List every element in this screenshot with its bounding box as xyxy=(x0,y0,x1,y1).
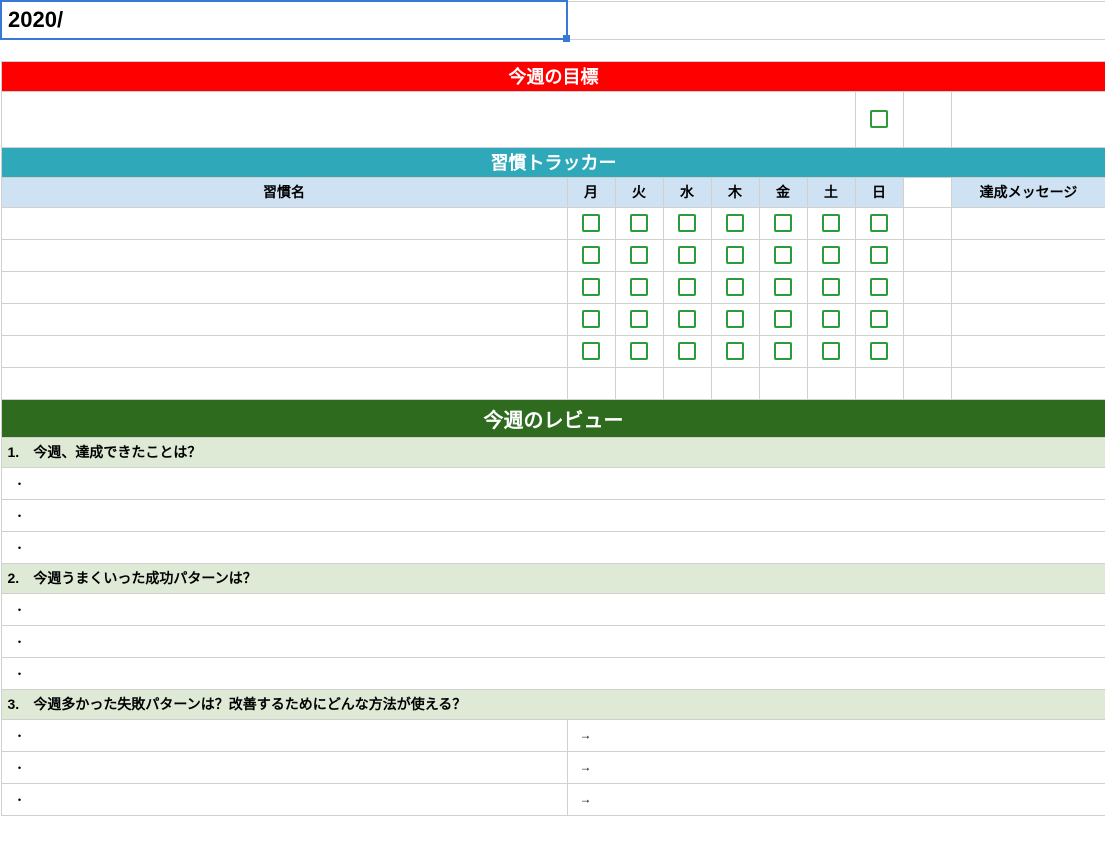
day-header: 水 xyxy=(663,177,711,207)
habit-row[interactable] xyxy=(1,271,1105,303)
checkbox-icon[interactable] xyxy=(774,214,792,232)
checkbox-icon[interactable] xyxy=(774,278,792,296)
answer-row[interactable]: ・ → xyxy=(1,783,1105,815)
day-header: 金 xyxy=(759,177,807,207)
arrow-icon: → xyxy=(580,760,592,774)
checkbox-icon[interactable] xyxy=(726,310,744,328)
review-question: 2. 今週うまくいった成功パターンは？ xyxy=(1,563,1105,593)
goal-row[interactable] xyxy=(1,91,1105,147)
answer-row[interactable]: ・ xyxy=(1,657,1105,689)
checkbox-icon[interactable] xyxy=(582,214,600,232)
date-value: 2020/ xyxy=(8,7,63,32)
checkbox-icon[interactable] xyxy=(678,278,696,296)
checkbox-icon[interactable] xyxy=(822,310,840,328)
answer-row[interactable]: ・ → xyxy=(1,719,1105,751)
day-header: 火 xyxy=(615,177,663,207)
checkbox-icon[interactable] xyxy=(726,342,744,360)
checkbox-icon[interactable] xyxy=(678,342,696,360)
checkbox-icon[interactable] xyxy=(822,278,840,296)
checkbox-icon[interactable] xyxy=(678,246,696,264)
answer-row[interactable]: ・ xyxy=(1,467,1105,499)
tracker-banner-label: 習慣トラッカー xyxy=(1,147,1105,177)
worksheet-table[interactable]: 2020/ 今週の目標 習慣トラッカー 習慣名 月 火 水 木 金 土 日 達成… xyxy=(0,0,1105,816)
checkbox-icon[interactable] xyxy=(870,310,888,328)
checkbox-icon[interactable] xyxy=(726,246,744,264)
review-question: 3. 今週多かった失敗パターンは？改善するためにどんな方法が使える？ xyxy=(1,689,1105,719)
checkbox-icon[interactable] xyxy=(582,246,600,264)
question-number: 2. xyxy=(8,570,30,586)
answer-row[interactable]: ・ xyxy=(1,531,1105,563)
checkbox-icon[interactable] xyxy=(726,278,744,296)
answer-row[interactable]: ・ xyxy=(1,499,1105,531)
goal-checkbox-cell[interactable] xyxy=(855,91,903,147)
selection-handle[interactable] xyxy=(563,35,570,42)
arrow-icon: → xyxy=(580,728,592,742)
day-header: 日 xyxy=(855,177,903,207)
checkbox-icon[interactable] xyxy=(822,342,840,360)
habit-row-empty[interactable] xyxy=(1,367,1105,399)
checkbox-icon[interactable] xyxy=(582,342,600,360)
checkbox-icon[interactable] xyxy=(630,342,648,360)
checkbox-icon[interactable] xyxy=(774,342,792,360)
review-banner-label: 今週のレビュー xyxy=(1,399,1105,437)
day-header: 月 xyxy=(567,177,615,207)
question-number: 3. xyxy=(8,696,30,712)
answer-row[interactable]: ・ xyxy=(1,625,1105,657)
habit-row[interactable] xyxy=(1,303,1105,335)
checkbox-icon[interactable] xyxy=(870,110,888,128)
day-header: 土 xyxy=(807,177,855,207)
tracker-header: 習慣名 月 火 水 木 金 土 日 達成メッセージ xyxy=(1,177,1105,207)
checkbox-icon[interactable] xyxy=(822,214,840,232)
question-text: 今週多かった失敗パターンは？改善するためにどんな方法が使える？ xyxy=(33,696,466,712)
answer-row[interactable]: ・ xyxy=(1,593,1105,625)
checkbox-icon[interactable] xyxy=(822,246,840,264)
checkbox-icon[interactable] xyxy=(630,278,648,296)
date-row: 2020/ xyxy=(1,1,1105,39)
checkbox-icon[interactable] xyxy=(774,246,792,264)
message-header: 達成メッセージ xyxy=(951,177,1105,207)
checkbox-icon[interactable] xyxy=(630,310,648,328)
habit-row[interactable] xyxy=(1,239,1105,271)
checkbox-icon[interactable] xyxy=(870,214,888,232)
checkbox-icon[interactable] xyxy=(678,310,696,328)
habit-name-cell[interactable] xyxy=(1,207,567,239)
habit-row[interactable] xyxy=(1,335,1105,367)
date-cell[interactable]: 2020/ xyxy=(1,1,567,39)
checkbox-icon[interactable] xyxy=(774,310,792,328)
checkbox-icon[interactable] xyxy=(870,342,888,360)
day-header: 木 xyxy=(711,177,759,207)
checkbox-icon[interactable] xyxy=(870,278,888,296)
checkbox-icon[interactable] xyxy=(582,310,600,328)
checkbox-icon[interactable] xyxy=(678,214,696,232)
answer-row[interactable]: ・ → xyxy=(1,751,1105,783)
tracker-banner: 習慣トラッカー xyxy=(1,147,1105,177)
checkbox-icon[interactable] xyxy=(630,214,648,232)
question-number: 1. xyxy=(8,444,30,460)
goal-banner-label: 今週の目標 xyxy=(1,61,1105,91)
checkbox-icon[interactable] xyxy=(726,214,744,232)
goal-banner: 今週の目標 xyxy=(1,61,1105,91)
habit-row[interactable] xyxy=(1,207,1105,239)
checkbox-icon[interactable] xyxy=(870,246,888,264)
review-banner: 今週のレビュー xyxy=(1,399,1105,437)
message-cell[interactable] xyxy=(951,207,1105,239)
habit-name-header: 習慣名 xyxy=(1,177,567,207)
checkbox-icon[interactable] xyxy=(630,246,648,264)
question-text: 今週、達成できたことは？ xyxy=(33,444,201,460)
checkbox-icon[interactable] xyxy=(582,278,600,296)
review-question: 1. 今週、達成できたことは？ xyxy=(1,437,1105,467)
arrow-icon: → xyxy=(580,792,592,806)
question-text: 今週うまくいった成功パターンは？ xyxy=(33,570,256,586)
